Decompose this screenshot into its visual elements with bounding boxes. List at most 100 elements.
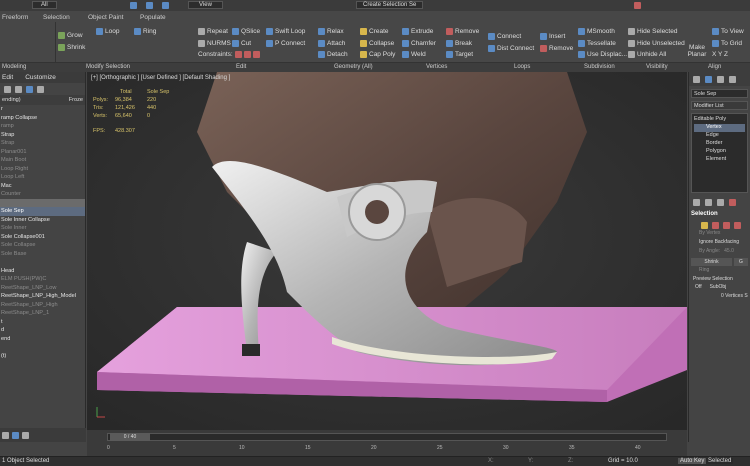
edge-level-icon[interactable] (712, 221, 719, 229)
remove-vertex-button[interactable]: Remove (446, 28, 479, 35)
detach-button[interactable]: Detach (318, 51, 348, 58)
dist-connect-button[interactable]: Dist Connect (488, 45, 534, 52)
move-icon[interactable] (130, 2, 137, 9)
qslice-button[interactable]: QSlice (232, 28, 260, 35)
selection-set-dropdown[interactable]: Create Selection Se (356, 1, 424, 9)
swift-loop-button[interactable]: Swift Loop (266, 28, 305, 35)
timeline[interactable]: 0 / 40 0 5 10 15 20 25 30 35 40 (87, 430, 687, 456)
scene-object-row[interactable] (0, 343, 85, 352)
modeling-label[interactable]: Modeling (2, 64, 26, 70)
repeat-button[interactable]: Repeat (198, 28, 228, 35)
scene-object-row[interactable]: ReetShape_LNP_High_Model (0, 292, 85, 301)
p-connect-button[interactable]: P Connect (266, 40, 305, 47)
scene-object-row[interactable] (0, 258, 85, 267)
view-dropdown[interactable]: View (188, 1, 223, 9)
scene-object-row[interactable]: Sole Collapse001 (0, 233, 85, 242)
scene-object-row[interactable]: Counter (0, 190, 85, 199)
border-level-icon[interactable] (723, 221, 730, 229)
use-displace-button[interactable]: Use Displac... (578, 51, 627, 58)
scene-object-row[interactable]: Loop Right (0, 165, 85, 174)
stack-border[interactable]: Border (694, 140, 745, 148)
scene-object-row[interactable]: d (0, 326, 85, 335)
grid-icon[interactable] (22, 431, 29, 439)
scene-object-row[interactable]: Head (0, 267, 85, 276)
target-button[interactable]: Target (446, 51, 473, 58)
scene-object-row[interactable]: end (0, 335, 85, 344)
ring-button-disabled[interactable]: Ring (689, 267, 750, 276)
msmooth-button[interactable]: MSmooth (578, 28, 615, 35)
connect-button[interactable]: Connect (488, 33, 521, 40)
scene-object-row[interactable]: Sole Inner Collapse (0, 216, 85, 225)
chamfer-button[interactable]: Chamfer (402, 40, 436, 47)
shrink-selection-button[interactable]: Shrink (691, 258, 732, 266)
tab-freeform[interactable]: Freeform (2, 14, 28, 21)
funnel-icon[interactable] (26, 85, 33, 93)
cut-button[interactable]: Cut (232, 40, 251, 47)
scene-object-row[interactable]: Sole Base (0, 250, 85, 259)
weld-button[interactable]: Weld (402, 51, 426, 58)
scene-object-row[interactable]: ramp (0, 122, 85, 131)
stack-polygon[interactable]: Polygon (694, 148, 745, 156)
to-grid-button[interactable]: To Grid (712, 40, 742, 47)
stack-vertex[interactable]: Vertex (694, 124, 745, 132)
timeline-ruler[interactable]: 0 5 10 15 20 25 30 35 40 (107, 445, 667, 455)
vertex-level-icon[interactable] (701, 221, 708, 229)
menu-edit[interactable]: Edit (2, 72, 13, 83)
polygon-level-icon[interactable] (734, 221, 741, 229)
preview-off-radio[interactable]: Off (695, 284, 702, 293)
frozen-header[interactable]: Froze (69, 95, 83, 105)
scene-object-row[interactable]: ELM PUSH(PW)C (0, 275, 85, 284)
ignore-backfacing-checkbox[interactable]: Ignore Backfacing (689, 239, 750, 248)
scene-object-row[interactable]: (t) (0, 352, 85, 361)
scene-object-row[interactable]: Loop Left (0, 173, 85, 182)
options-icon[interactable] (37, 85, 44, 93)
relax-button[interactable]: Relax (318, 28, 344, 35)
make-unique-icon[interactable] (717, 198, 724, 206)
nurms-button[interactable]: NURMS (198, 40, 231, 47)
stack-editable-poly[interactable]: Editable Poly (694, 116, 745, 124)
show-end-result-icon[interactable] (705, 198, 712, 206)
unhide-all-button[interactable]: Unhide All (628, 51, 666, 58)
motion-tab-icon[interactable] (729, 75, 736, 83)
frame-indicator[interactable]: 0 / 40 (110, 433, 150, 441)
angle-spinner[interactable]: 45.0 (724, 248, 734, 257)
by-angle-checkbox[interactable]: By Angle: (699, 248, 720, 257)
make-planar-button[interactable]: Make Planar (686, 44, 708, 58)
scene-object-row[interactable]: ReetShape_LNP_Low (0, 284, 85, 293)
scene-object-row[interactable] (0, 198, 85, 207)
scene-object-row[interactable]: Main Boot (0, 156, 85, 165)
grow-selection-button[interactable]: G (734, 258, 748, 266)
time-slider[interactable]: 0 / 40 (107, 433, 667, 441)
scene-object-row[interactable]: Planar001 (0, 148, 85, 157)
extrude-button[interactable]: Extrude (402, 28, 433, 35)
hierarchy-tab-icon[interactable] (717, 75, 724, 83)
menu-customize[interactable]: Customize (25, 72, 56, 83)
scene-object-row[interactable]: Mac (0, 182, 85, 191)
hide-selected-button[interactable]: Hide Selected (628, 28, 677, 35)
scene-object-row[interactable]: Sole Inner (0, 224, 85, 233)
cap-poly-button[interactable]: Cap Poly (360, 51, 395, 58)
ring-button[interactable]: Ring (134, 28, 156, 35)
remove-modifier-icon[interactable] (729, 198, 736, 206)
insert-button[interactable]: Insert (540, 33, 565, 40)
scene-object-row[interactable]: Strap (0, 139, 85, 148)
collapse-button[interactable]: Collapse (360, 40, 394, 47)
create-button[interactable]: Create (360, 28, 389, 35)
grow-button[interactable]: Grow (58, 32, 83, 39)
perspective-viewport[interactable]: [+] [Orthographic ] [User Defined ] [Def… (87, 72, 687, 430)
sort-header[interactable]: ending) (2, 95, 21, 105)
scene-object-row[interactable]: ReetShape_LNP_High (0, 301, 85, 310)
display-icon[interactable] (15, 85, 22, 93)
break-button[interactable]: Break (446, 40, 472, 47)
object-name-field[interactable]: Sole Sep (691, 89, 748, 98)
scene-object-row[interactable]: r (0, 105, 85, 114)
modifier-list-dropdown[interactable]: Modifier List (691, 101, 748, 110)
auto-key-button[interactable]: Auto Key (678, 458, 707, 464)
tab-populate[interactable]: Populate (140, 14, 166, 21)
by-vertex-checkbox[interactable]: By Vertex (689, 230, 750, 239)
scale-icon[interactable] (162, 2, 169, 9)
viewport-label[interactable]: [+] [Orthographic ] [User Defined ] [Def… (91, 75, 230, 81)
tessellate-button[interactable]: Tessellate (578, 40, 616, 47)
rotate-icon[interactable] (146, 2, 153, 9)
to-view-button[interactable]: To View (712, 28, 744, 35)
